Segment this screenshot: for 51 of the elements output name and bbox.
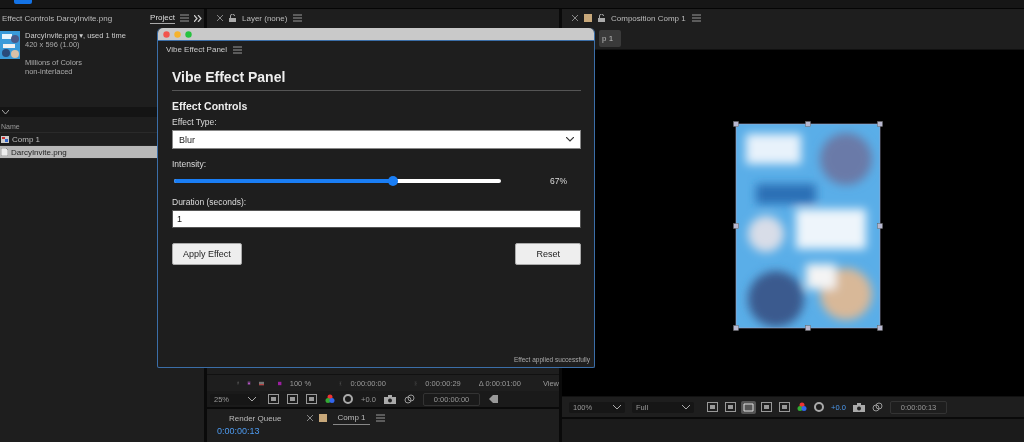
timeline-tab[interactable]: Render Queue <box>229 413 282 423</box>
panel-title[interactable]: Layer (none) <box>242 13 288 23</box>
frame-icon[interactable] <box>287 394 298 404</box>
timecode[interactable]: 0:00:00:13 <box>217 427 260 436</box>
aperture-icon[interactable] <box>343 394 353 404</box>
menu-icon[interactable] <box>375 414 385 422</box>
composition-icon <box>1 135 9 143</box>
composition-swatch-icon <box>319 414 328 422</box>
intensity-reading: 67% <box>550 176 567 186</box>
menu-icon[interactable] <box>180 14 189 22</box>
file-icon <box>1 148 8 156</box>
aperture-icon[interactable] <box>814 402 824 412</box>
channels-icon[interactable] <box>325 394 335 404</box>
intensity-slider[interactable] <box>174 179 501 183</box>
close-icon[interactable] <box>217 15 223 21</box>
duration-input[interactable]: 1 <box>172 210 581 228</box>
field-label: Duration (seconds): <box>172 197 248 207</box>
channels-icon[interactable] <box>797 402 807 412</box>
menu-icon[interactable] <box>293 14 303 22</box>
chevrons-icon[interactable] <box>194 14 202 22</box>
search-icon <box>2 109 9 115</box>
field-label: Intensity: <box>172 159 208 169</box>
composition-swatch-icon <box>584 14 592 22</box>
caret-icon <box>613 404 621 410</box>
section-heading: Effect Controls <box>172 100 249 112</box>
close-icon[interactable] <box>572 15 578 21</box>
caret-icon <box>248 396 256 402</box>
effect-type-select[interactable]: Blur <box>172 130 581 149</box>
action-button[interactable]: Apply Effect <box>172 243 242 265</box>
menu-icon[interactable] <box>691 14 701 22</box>
camera-icon[interactable] <box>383 394 396 404</box>
composition-tab[interactable]: p 1 <box>599 29 622 47</box>
panel-tab[interactable]: Effect Controls DarcyInvite.png <box>2 13 113 23</box>
panel-title[interactable]: Composition Comp 1 <box>611 13 686 23</box>
camera-icon[interactable] <box>852 402 865 412</box>
lock-icon[interactable] <box>598 14 605 22</box>
caret-icon <box>566 137 574 142</box>
frame-icon[interactable] <box>761 402 772 412</box>
panel-title[interactable]: Vibe Effect Panel <box>166 45 228 54</box>
link-icon[interactable] <box>403 394 415 404</box>
action-button[interactable]: Reset <box>515 243 581 265</box>
region-icon[interactable] <box>741 400 756 414</box>
slider-thumb[interactable] <box>388 176 399 186</box>
lock-icon[interactable] <box>229 14 236 22</box>
menu-icon[interactable] <box>233 45 243 54</box>
panel-tab[interactable]: Project <box>150 12 175 24</box>
close-icon[interactable] <box>307 415 314 421</box>
panel-heading: Vibe Effect Panel <box>172 69 581 91</box>
caret-icon <box>682 404 690 410</box>
timeline-tab[interactable]: Comp 1 <box>333 411 370 425</box>
link-icon[interactable] <box>871 402 883 412</box>
